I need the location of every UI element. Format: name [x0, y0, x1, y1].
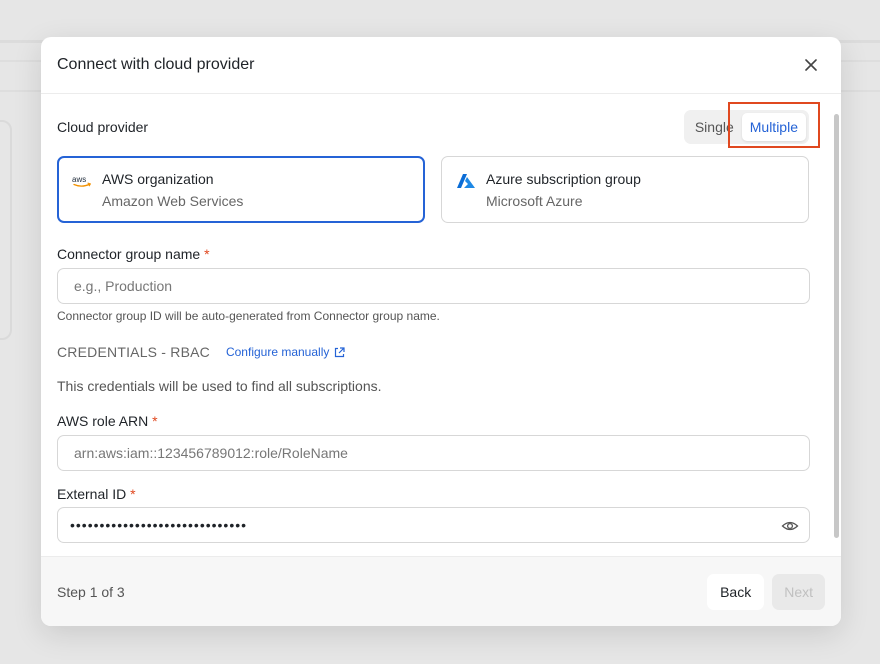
azure-icon: [456, 171, 476, 191]
aws-icon: aws: [72, 171, 92, 191]
external-id-input[interactable]: ••••••••••••••••••••••••••••••: [57, 507, 810, 543]
close-button[interactable]: [797, 51, 825, 79]
role-arn-input[interactable]: [57, 435, 810, 471]
credentials-row: CREDENTIALS - RBAC Configure manually: [57, 344, 345, 360]
cloud-provider-row: Cloud provider Single Multiple: [57, 110, 809, 144]
connect-cloud-provider-modal: Connect with cloud provider Cloud provid…: [41, 37, 841, 626]
configure-manually-label: Configure manually: [225, 345, 330, 359]
mode-single-option[interactable]: Single: [687, 113, 742, 141]
credentials-title: CREDENTIALS - RBAC: [57, 344, 210, 360]
required-marker: *: [130, 486, 136, 502]
next-button[interactable]: Next: [772, 573, 825, 610]
close-icon: [805, 59, 817, 71]
modal-title: Connect with cloud provider: [57, 56, 255, 73]
mode-toggle: Single Multiple: [683, 110, 809, 144]
modal-footer: Step 1 of 3 Back Next: [41, 556, 841, 626]
card-title: AWS organization: [102, 171, 214, 187]
external-link-icon: [335, 346, 345, 357]
cloud-provider-label: Cloud provider: [57, 119, 149, 135]
required-marker: *: [204, 246, 210, 262]
provider-card-azure[interactable]: Azure subscription group Microsoft Azure: [441, 156, 809, 223]
external-id-masked-value: ••••••••••••••••••••••••••••••: [70, 517, 248, 533]
provider-card-aws[interactable]: aws AWS organization Amazon Web Services: [57, 156, 425, 223]
svg-text:aws: aws: [72, 175, 86, 184]
role-arn-label: AWS role ARN *: [57, 413, 158, 429]
footer-buttons: Back Next: [707, 573, 825, 610]
configure-manually-link[interactable]: Configure manually: [226, 345, 345, 359]
credentials-description: This credentials will be used to find al…: [57, 378, 382, 394]
card-subtitle: Amazon Web Services: [102, 193, 244, 209]
group-name-help: Connector group ID will be auto-generate…: [57, 309, 440, 323]
eye-icon[interactable]: [781, 517, 799, 535]
card-subtitle: Microsoft Azure: [486, 193, 583, 209]
step-indicator: Step 1 of 3: [57, 583, 125, 600]
modal-header: Connect with cloud provider: [41, 37, 841, 94]
scrollbar[interactable]: [834, 114, 839, 538]
modal-body: Cloud provider Single Multiple aws AWS o…: [41, 94, 841, 556]
role-arn-label-text: AWS role ARN: [57, 413, 149, 429]
provider-cards: aws AWS organization Amazon Web Services: [57, 156, 809, 223]
group-name-label-text: Connector group name: [57, 246, 201, 262]
card-title: Azure subscription group: [486, 171, 641, 187]
background-card: [0, 120, 12, 340]
required-marker: *: [152, 413, 158, 429]
external-id-label-text: External ID: [57, 486, 127, 502]
mode-multiple-option[interactable]: Multiple: [741, 113, 806, 141]
back-button[interactable]: Back: [707, 573, 765, 610]
group-name-label: Connector group name *: [57, 246, 210, 262]
external-id-label: External ID *: [57, 486, 136, 502]
group-name-input[interactable]: [57, 268, 810, 304]
